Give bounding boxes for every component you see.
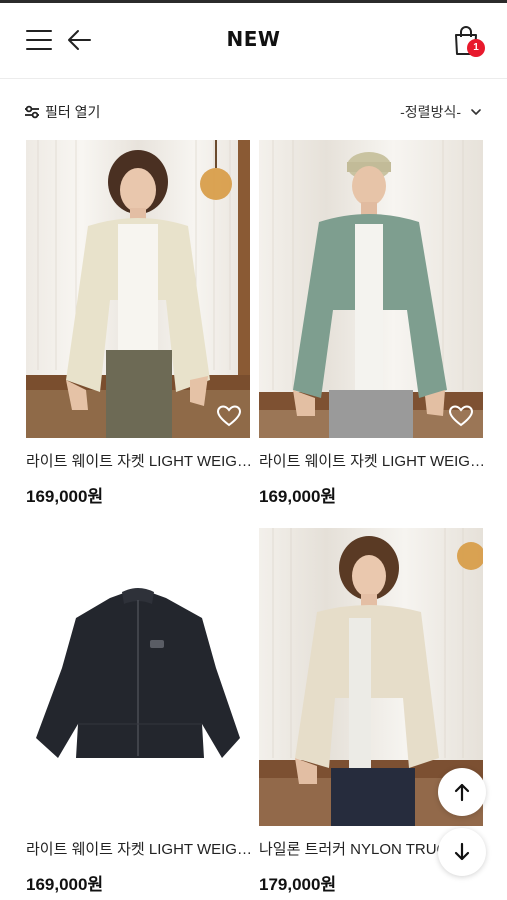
product-price: 169,000원	[26, 487, 104, 506]
heart-outline-icon[interactable]	[216, 404, 242, 428]
sort-select[interactable]: -정렬방식-	[400, 102, 481, 122]
sort-select-label: -정렬방식-	[400, 104, 461, 120]
scroll-to-bottom-button[interactable]	[438, 828, 486, 876]
scroll-to-top-button[interactable]	[438, 768, 486, 816]
filter-bar: 필터 열기 -정렬방식-	[0, 80, 507, 140]
header-bar: NEW 1	[0, 3, 507, 79]
product-image[interactable]	[26, 140, 250, 438]
product-price: 169,000원	[259, 487, 337, 506]
sliders-icon	[25, 105, 39, 119]
product-image[interactable]	[26, 528, 250, 826]
product-name[interactable]: 라이트 웨이트 자켓 LIGHT WEIGHT JACKET	[259, 450, 485, 471]
arrow-up-icon	[454, 783, 470, 802]
cart-count-badge: 1	[467, 39, 485, 57]
product-price: 169,000원	[26, 875, 104, 894]
filter-open-label: 필터 열기	[45, 104, 101, 120]
product-name[interactable]: 라이트 웨이트 자켓 LIGHT WEIGHT JACKET	[26, 450, 252, 471]
chevron-down-icon	[471, 108, 481, 115]
product-name[interactable]: 라이트 웨이트 자켓 LIGHT WEIGHT JACKET	[26, 838, 252, 859]
product-image[interactable]	[259, 140, 483, 438]
filter-open-button[interactable]: 필터 열기	[24, 102, 100, 122]
heart-outline-icon[interactable]	[448, 404, 474, 428]
product-price: 179,000원	[259, 875, 337, 894]
arrow-left-icon[interactable]	[64, 25, 94, 55]
arrow-down-icon	[454, 842, 470, 861]
hamburger-menu-icon[interactable]	[26, 28, 54, 52]
